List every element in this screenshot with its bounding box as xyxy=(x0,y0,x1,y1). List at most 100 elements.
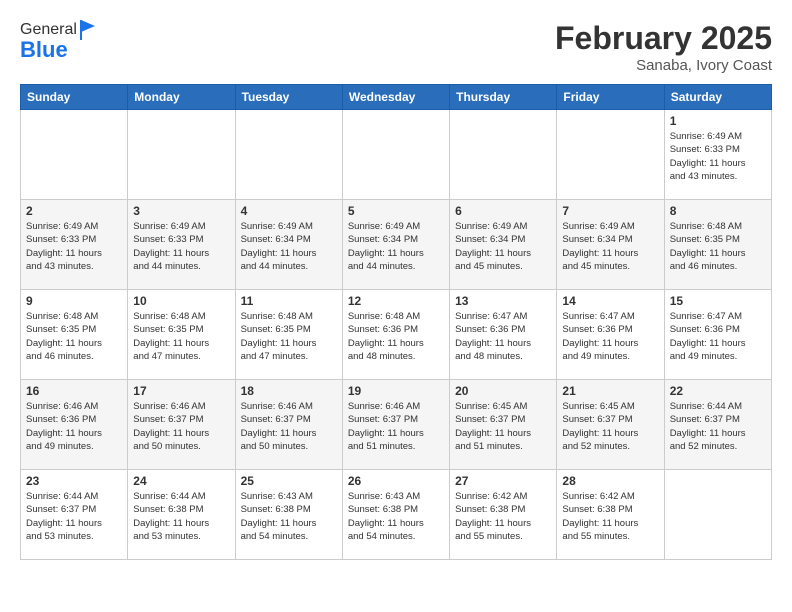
day-info: Sunrise: 6:48 AM Sunset: 6:35 PM Dayligh… xyxy=(133,310,229,363)
day-number: 13 xyxy=(455,294,551,308)
calendar-cell: 17 Sunrise: 6:46 AM Sunset: 6:37 PM Dayli… xyxy=(128,380,235,470)
day-info: Sunrise: 6:46 AM Sunset: 6:36 PM Dayligh… xyxy=(26,400,122,453)
day-number: 19 xyxy=(348,384,444,398)
day-info: Sunrise: 6:49 AM Sunset: 6:34 PM Dayligh… xyxy=(562,220,658,273)
dow-header-monday: Monday xyxy=(128,85,235,110)
calendar-cell: 14 Sunrise: 6:47 AM Sunset: 6:36 PM Dayli… xyxy=(557,290,664,380)
day-of-week-header: SundayMondayTuesdayWednesdayThursdayFrid… xyxy=(21,85,772,110)
calendar-cell: 24 Sunrise: 6:44 AM Sunset: 6:38 PM Dayli… xyxy=(128,470,235,560)
logo-flag-icon xyxy=(79,20,97,40)
day-number: 7 xyxy=(562,204,658,218)
calendar-cell xyxy=(128,110,235,200)
title-block: February 2025 Sanaba, Ivory Coast xyxy=(555,20,772,74)
calendar-cell: 25 Sunrise: 6:43 AM Sunset: 6:38 PM Dayli… xyxy=(235,470,342,560)
dow-header-tuesday: Tuesday xyxy=(235,85,342,110)
calendar-cell: 2 Sunrise: 6:49 AM Sunset: 6:33 PM Daylig… xyxy=(21,200,128,290)
day-number: 5 xyxy=(348,204,444,218)
dow-header-thursday: Thursday xyxy=(450,85,557,110)
calendar-week-5: 23 Sunrise: 6:44 AM Sunset: 6:37 PM Dayli… xyxy=(21,470,772,560)
day-number: 17 xyxy=(133,384,229,398)
day-number: 9 xyxy=(26,294,122,308)
day-info: Sunrise: 6:44 AM Sunset: 6:38 PM Dayligh… xyxy=(133,490,229,543)
calendar-cell: 19 Sunrise: 6:46 AM Sunset: 6:37 PM Dayli… xyxy=(342,380,449,470)
day-info: Sunrise: 6:49 AM Sunset: 6:33 PM Dayligh… xyxy=(670,130,766,183)
day-info: Sunrise: 6:46 AM Sunset: 6:37 PM Dayligh… xyxy=(241,400,337,453)
day-number: 3 xyxy=(133,204,229,218)
calendar-week-1: 1 Sunrise: 6:49 AM Sunset: 6:33 PM Daylig… xyxy=(21,110,772,200)
calendar-cell: 10 Sunrise: 6:48 AM Sunset: 6:35 PM Dayli… xyxy=(128,290,235,380)
day-info: Sunrise: 6:45 AM Sunset: 6:37 PM Dayligh… xyxy=(455,400,551,453)
day-number: 15 xyxy=(670,294,766,308)
calendar-cell: 7 Sunrise: 6:49 AM Sunset: 6:34 PM Daylig… xyxy=(557,200,664,290)
day-info: Sunrise: 6:45 AM Sunset: 6:37 PM Dayligh… xyxy=(562,400,658,453)
day-number: 8 xyxy=(670,204,766,218)
day-number: 26 xyxy=(348,474,444,488)
day-number: 23 xyxy=(26,474,122,488)
day-number: 1 xyxy=(670,114,766,128)
calendar-cell: 18 Sunrise: 6:46 AM Sunset: 6:37 PM Dayli… xyxy=(235,380,342,470)
calendar-week-2: 2 Sunrise: 6:49 AM Sunset: 6:33 PM Daylig… xyxy=(21,200,772,290)
day-number: 21 xyxy=(562,384,658,398)
calendar-cell: 9 Sunrise: 6:48 AM Sunset: 6:35 PM Daylig… xyxy=(21,290,128,380)
day-info: Sunrise: 6:49 AM Sunset: 6:33 PM Dayligh… xyxy=(133,220,229,273)
day-number: 12 xyxy=(348,294,444,308)
day-number: 10 xyxy=(133,294,229,308)
calendar-cell: 1 Sunrise: 6:49 AM Sunset: 6:33 PM Daylig… xyxy=(664,110,771,200)
calendar-cell: 28Sunrise: 6:42 AM Sunset: 6:38 PM Dayli… xyxy=(557,470,664,560)
dow-header-wednesday: Wednesday xyxy=(342,85,449,110)
logo-blue-text: Blue xyxy=(20,38,97,62)
calendar-cell: 5 Sunrise: 6:49 AM Sunset: 6:34 PM Daylig… xyxy=(342,200,449,290)
calendar-cell: 6Sunrise: 6:49 AM Sunset: 6:34 PM Daylig… xyxy=(450,200,557,290)
day-info: Sunrise: 6:49 AM Sunset: 6:34 PM Dayligh… xyxy=(241,220,337,273)
calendar-cell xyxy=(21,110,128,200)
day-number: 2 xyxy=(26,204,122,218)
calendar-cell xyxy=(557,110,664,200)
day-info: Sunrise: 6:44 AM Sunset: 6:37 PM Dayligh… xyxy=(670,400,766,453)
day-info: Sunrise: 6:49 AM Sunset: 6:33 PM Dayligh… xyxy=(26,220,122,273)
calendar-cell: 13 Sunrise: 6:47 AM Sunset: 6:36 PM Dayli… xyxy=(450,290,557,380)
calendar-body: 1 Sunrise: 6:49 AM Sunset: 6:33 PM Daylig… xyxy=(21,110,772,560)
page-header: General Blue February 2025 Sanaba, Ivory… xyxy=(20,20,772,74)
calendar-cell: 26 Sunrise: 6:43 AM Sunset: 6:38 PM Dayli… xyxy=(342,470,449,560)
day-info: Sunrise: 6:46 AM Sunset: 6:37 PM Dayligh… xyxy=(348,400,444,453)
day-info: Sunrise: 6:47 AM Sunset: 6:36 PM Dayligh… xyxy=(562,310,658,363)
day-info: Sunrise: 6:47 AM Sunset: 6:36 PM Dayligh… xyxy=(455,310,551,363)
day-number: 18 xyxy=(241,384,337,398)
calendar-week-4: 16 Sunrise: 6:46 AM Sunset: 6:36 PM Dayli… xyxy=(21,380,772,470)
month-title: February 2025 xyxy=(555,20,772,57)
day-info: Sunrise: 6:48 AM Sunset: 6:35 PM Dayligh… xyxy=(26,310,122,363)
dow-header-saturday: Saturday xyxy=(664,85,771,110)
day-number: 27 xyxy=(455,474,551,488)
calendar-cell xyxy=(342,110,449,200)
calendar-cell: 22Sunrise: 6:44 AM Sunset: 6:37 PM Dayli… xyxy=(664,380,771,470)
day-number: 25 xyxy=(241,474,337,488)
dow-header-friday: Friday xyxy=(557,85,664,110)
calendar-cell: 4 Sunrise: 6:49 AM Sunset: 6:34 PM Daylig… xyxy=(235,200,342,290)
day-number: 4 xyxy=(241,204,337,218)
calendar-cell: 23 Sunrise: 6:44 AM Sunset: 6:37 PM Dayli… xyxy=(21,470,128,560)
day-info: Sunrise: 6:43 AM Sunset: 6:38 PM Dayligh… xyxy=(241,490,337,543)
calendar-cell xyxy=(664,470,771,560)
day-info: Sunrise: 6:43 AM Sunset: 6:38 PM Dayligh… xyxy=(348,490,444,543)
day-number: 14 xyxy=(562,294,658,308)
day-info: Sunrise: 6:49 AM Sunset: 6:34 PM Dayligh… xyxy=(455,220,551,273)
calendar-cell: 20 Sunrise: 6:45 AM Sunset: 6:37 PM Dayli… xyxy=(450,380,557,470)
calendar-cell: 27Sunrise: 6:42 AM Sunset: 6:38 PM Dayli… xyxy=(450,470,557,560)
day-info: Sunrise: 6:48 AM Sunset: 6:35 PM Dayligh… xyxy=(670,220,766,273)
day-info: Sunrise: 6:44 AM Sunset: 6:37 PM Dayligh… xyxy=(26,490,122,543)
day-info: Sunrise: 6:48 AM Sunset: 6:36 PM Dayligh… xyxy=(348,310,444,363)
day-info: Sunrise: 6:48 AM Sunset: 6:35 PM Dayligh… xyxy=(241,310,337,363)
day-number: 28 xyxy=(562,474,658,488)
calendar-cell: 12 Sunrise: 6:48 AM Sunset: 6:36 PM Dayli… xyxy=(342,290,449,380)
calendar-week-3: 9 Sunrise: 6:48 AM Sunset: 6:35 PM Daylig… xyxy=(21,290,772,380)
logo: General Blue xyxy=(20,20,97,62)
dow-header-sunday: Sunday xyxy=(21,85,128,110)
day-number: 16 xyxy=(26,384,122,398)
calendar-cell xyxy=(450,110,557,200)
calendar-cell: 3 Sunrise: 6:49 AM Sunset: 6:33 PM Daylig… xyxy=(128,200,235,290)
day-info: Sunrise: 6:47 AM Sunset: 6:36 PM Dayligh… xyxy=(670,310,766,363)
day-number: 20 xyxy=(455,384,551,398)
day-number: 24 xyxy=(133,474,229,488)
day-info: Sunrise: 6:46 AM Sunset: 6:37 PM Dayligh… xyxy=(133,400,229,453)
day-info: Sunrise: 6:49 AM Sunset: 6:34 PM Dayligh… xyxy=(348,220,444,273)
